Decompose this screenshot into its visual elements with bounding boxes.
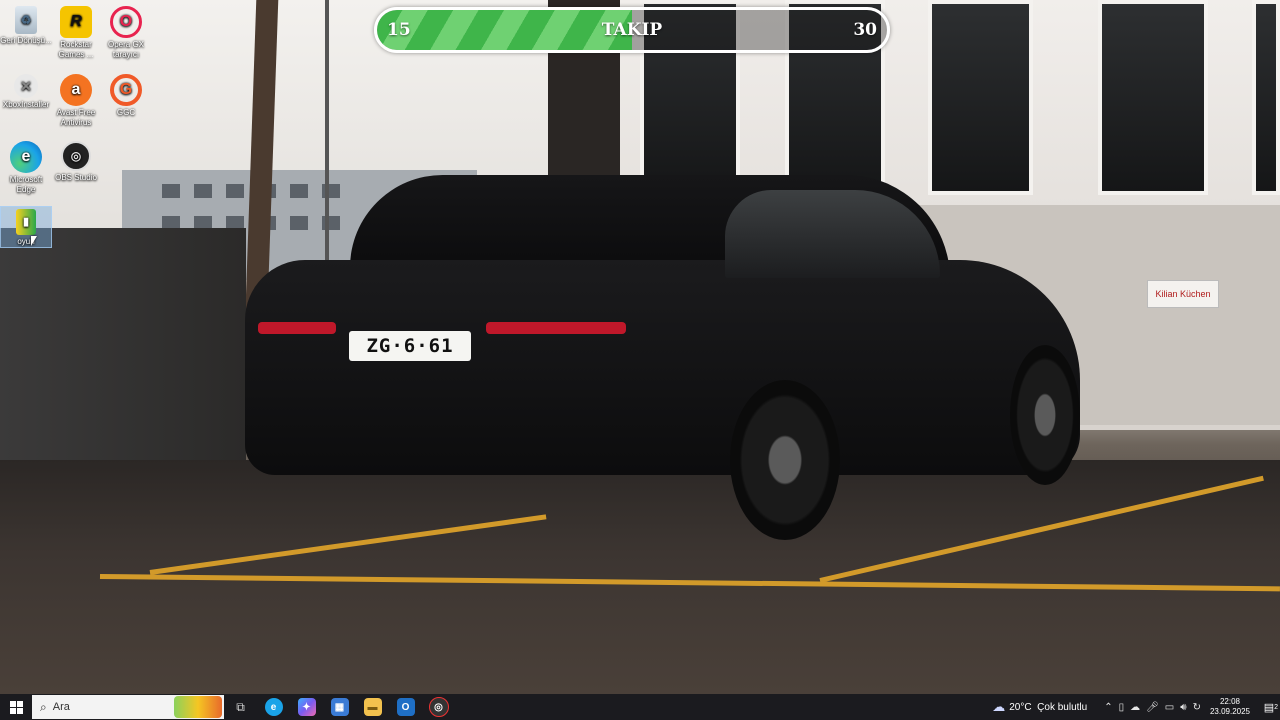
rockstar-games-icon: R <box>60 6 92 38</box>
wallpaper-window <box>1252 0 1280 195</box>
desktop-icon-label: Rockstar Games ... <box>58 40 94 59</box>
desktop-icon-label: Opera GX tarayıcı <box>107 40 144 59</box>
wallpaper-sign: Kilian Küchen <box>1147 280 1219 308</box>
phone-link-icon[interactable]: ▯ <box>1119 702 1125 713</box>
copilot-icon: ✦ <box>297 698 316 716</box>
desktop-icon-label: Geri Dönüşü... <box>0 36 52 45</box>
taskbar-search-box[interactable]: ⌕ Ara <box>32 695 224 719</box>
taskbar-edge-button[interactable]: e <box>257 694 290 720</box>
game-icon: ▮ <box>16 209 36 235</box>
opera-gx-icon: O <box>110 6 142 38</box>
desktop-icon-xbox-installer[interactable]: ✕ XboxInstaller <box>0 72 52 110</box>
clock-date: 23.09.2025 <box>1209 707 1250 716</box>
edge-icon: e <box>264 698 283 716</box>
car-body <box>245 260 1080 475</box>
edge-icon: e <box>10 141 42 173</box>
follow-goal-label: TAKIP <box>601 20 663 40</box>
taskbar-obs-button[interactable]: ◎ <box>422 694 455 720</box>
desktop-icon-recycle-bin[interactable]: ♻ Geri Dönüşü... <box>0 4 52 46</box>
desktop-icon-rockstar-games[interactable]: R Rockstar Games ... <box>50 4 102 60</box>
recycle-bin-icon: ♻ <box>15 6 37 34</box>
desktop-icon-avast[interactable]: a Avast Free Antivirus <box>50 72 102 128</box>
obs-icon: ◎ <box>428 697 449 717</box>
search-highlight-image <box>174 696 222 718</box>
windows-logo-icon <box>9 700 23 714</box>
desktop-icon-microsoft-edge[interactable]: e Microsoft Edge <box>0 139 52 195</box>
wallpaper-lamp-pole <box>325 0 329 270</box>
wallpaper-window <box>928 0 1033 195</box>
taskbar-copilot-button[interactable]: ✦ <box>290 694 323 720</box>
system-tray: ☁ 20°C Çok bulutlu ⌃ ▯ ☁ 🎤︎ ▭ 🔊︎ ↻ 22:08… <box>992 694 1280 720</box>
clock-time: 22:08 <box>1219 697 1240 706</box>
avast-icon: a <box>60 74 92 106</box>
start-button[interactable] <box>0 694 32 720</box>
weather-widget[interactable]: ☁ 20°C Çok bulutlu <box>992 699 1087 715</box>
weather-condition: Çok bulutlu <box>1037 701 1088 713</box>
taskbar-clock[interactable]: 22:08 23.09.2025 <box>1210 697 1250 717</box>
update-icon[interactable]: ↻ <box>1193 702 1201 713</box>
notification-icon: ▤ <box>1263 701 1275 714</box>
desktop-icon-label: Avast Free Antivirus <box>56 108 96 127</box>
search-icon: ⌕ <box>40 699 47 714</box>
desktop-icon-obs-studio[interactable]: ◎ OBS Studio <box>50 139 102 183</box>
weather-temperature: 20°C <box>1009 701 1032 713</box>
desktop-icon-label: Microsoft Edge <box>9 175 43 194</box>
taskbar-file-explorer-button[interactable]: ▬ <box>356 694 389 720</box>
cloudy-weather-icon: ☁ <box>992 699 1006 714</box>
desktop-icon-label: OBS Studio <box>55 173 97 182</box>
outlook-icon: O <box>396 698 415 716</box>
folder-icon: ▬ <box>363 698 382 716</box>
xbox-icon: ✕ <box>14 74 38 98</box>
network-icon[interactable]: ▭ <box>1165 702 1174 713</box>
desktop-icon-label: XboxInstaller <box>2 100 50 109</box>
ggc-icon: G <box>110 74 142 106</box>
desktop-wallpaper: Kilian Küchen ZG·6·61 <box>0 0 1280 694</box>
desktop-icon-ggc[interactable]: G GGC <box>100 72 152 118</box>
store-icon: ▦ <box>330 698 349 716</box>
search-placeholder: Ara <box>52 701 70 713</box>
follow-goal-bar: 15 TAKIP 30 <box>374 7 890 53</box>
license-plate: ZG·6·61 <box>349 331 471 361</box>
wallpaper-window <box>1098 0 1208 195</box>
chevron-up-icon[interactable]: ⌃ <box>1104 702 1112 713</box>
car-wheel <box>730 380 840 540</box>
desktop-icon-label: oyun <box>17 237 35 246</box>
car-wheel <box>1010 345 1080 485</box>
volume-icon[interactable]: 🔊︎ <box>1180 702 1186 713</box>
taskbar: ⌕ Ara ⧉ e ✦ ▦ ▬ O ◎ ☁ 20°C Çok bulutlu ⌃… <box>0 694 1280 720</box>
task-view-button[interactable]: ⧉ <box>224 694 257 720</box>
desktop-icon-oyun[interactable]: ▮ oyun <box>0 206 52 248</box>
car-taillight <box>486 322 626 334</box>
notification-count: 2 <box>1274 703 1278 711</box>
microphone-icon[interactable]: 🎤︎ <box>1146 702 1159 713</box>
task-view-icon: ⧉ <box>236 699 245 714</box>
desktop-icon-label: GGC <box>116 108 136 117</box>
notification-center-button[interactable]: ▤ 2 <box>1258 701 1280 714</box>
obs-icon: ◎ <box>61 141 91 171</box>
taskbar-store-button[interactable]: ▦ <box>323 694 356 720</box>
follow-goal-target: 30 <box>853 20 877 40</box>
mouse-cursor-icon <box>31 236 37 246</box>
desktop-icon-opera-gx[interactable]: O Opera GX tarayıcı <box>100 4 152 60</box>
taskbar-outlook-button[interactable]: O <box>389 694 422 720</box>
onedrive-cloud-icon[interactable]: ☁ <box>1130 702 1140 713</box>
car-taillight <box>258 322 336 334</box>
